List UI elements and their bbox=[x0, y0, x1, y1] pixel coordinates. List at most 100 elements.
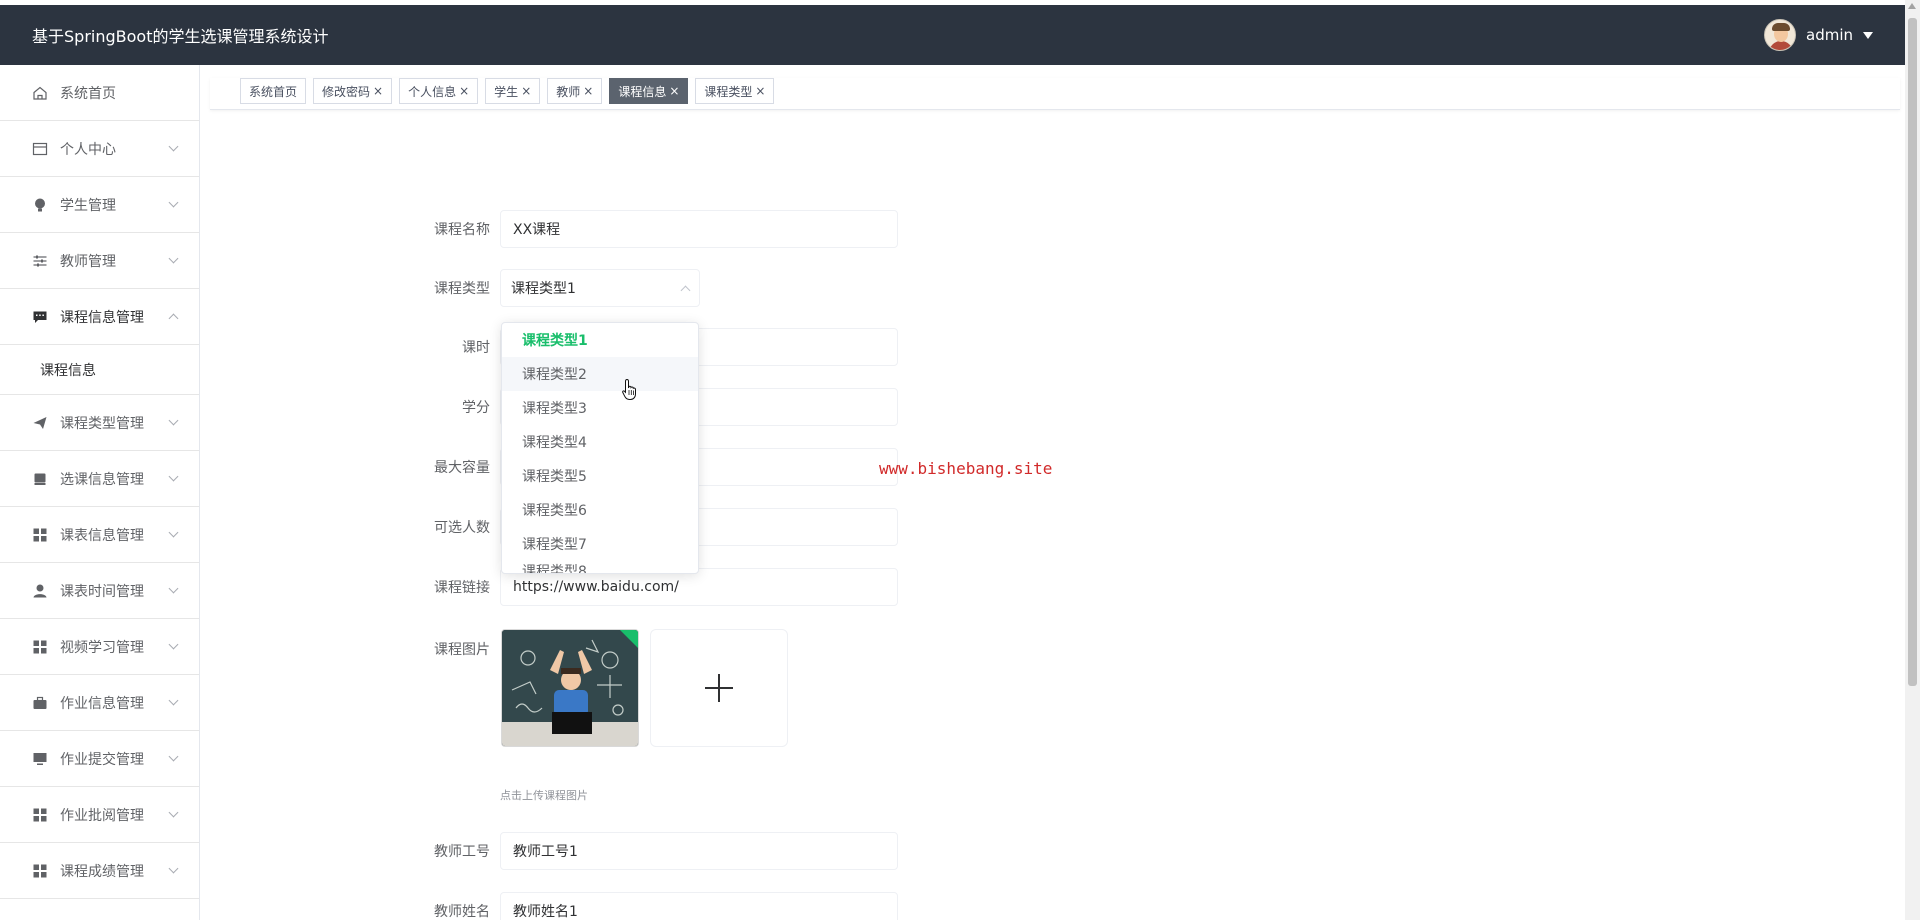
sidebar-item-label: 作业提交管理 bbox=[60, 751, 144, 768]
course-type-select[interactable]: 课程类型1 bbox=[500, 269, 700, 307]
dropdown-option[interactable]: 课程类型4 bbox=[502, 425, 698, 459]
close-icon[interactable]: × bbox=[521, 84, 531, 98]
dropdown-option[interactable]: 课程类型7 bbox=[502, 527, 698, 561]
sidebar-item-label: 视频学习管理 bbox=[60, 639, 144, 656]
teacher-id-input[interactable]: 教师工号1 bbox=[500, 832, 898, 870]
chevron-down-icon bbox=[168, 695, 179, 706]
sidebar-item-video-learning-management[interactable]: 视频学习管理 bbox=[0, 619, 199, 675]
scroll-up-arrow-icon[interactable] bbox=[1908, 3, 1916, 9]
watermark-text: www.bishebang.site bbox=[879, 459, 1053, 478]
sidebar-item-label: 系统首页 bbox=[60, 85, 116, 102]
close-icon[interactable]: × bbox=[373, 84, 383, 98]
form-row-course-image: 课程图片 bbox=[420, 627, 500, 667]
sidebar-item-course-type-management[interactable]: 课程类型管理 bbox=[0, 395, 199, 451]
tab-list: 系统首页 修改密码 × 个人信息 × 学生 × 教师 × 课程信息 × 课程类型… bbox=[240, 78, 775, 104]
tab-course-type[interactable]: 课程类型 × bbox=[695, 78, 775, 104]
chevron-down-icon bbox=[168, 527, 179, 538]
tab-label: 系统首页 bbox=[249, 84, 298, 99]
page-scrollbar-thumb[interactable] bbox=[1908, 18, 1917, 686]
field-label: 课时 bbox=[462, 340, 490, 356]
form-row-teacher-id: 教师工号 教师工号1 bbox=[420, 831, 898, 871]
sidebar-subitem-label: 课程信息 bbox=[40, 362, 96, 379]
box-icon bbox=[32, 471, 48, 487]
grid-icon bbox=[32, 807, 48, 823]
user-menu[interactable]: admin bbox=[1764, 19, 1873, 51]
bulb-icon bbox=[32, 197, 48, 213]
tab-personal-info[interactable]: 个人信息 × bbox=[399, 78, 479, 104]
send-icon bbox=[32, 415, 48, 431]
course-image-thumbnail[interactable] bbox=[501, 629, 639, 747]
sidebar-item-course-grade-management[interactable]: 课程成绩管理 bbox=[0, 843, 199, 899]
course-name-input[interactable]: XX课程 bbox=[500, 210, 898, 248]
chevron-down-icon bbox=[168, 415, 179, 426]
grid-icon bbox=[32, 527, 48, 543]
tab-student[interactable]: 学生 × bbox=[485, 78, 541, 104]
close-icon[interactable]: × bbox=[583, 84, 593, 98]
plus-icon bbox=[705, 674, 733, 702]
field-label: 课程图片 bbox=[434, 642, 490, 658]
chevron-down-icon bbox=[168, 141, 179, 152]
sidebar-item-home[interactable]: 系统首页 bbox=[0, 65, 199, 121]
sidebar-item-label: 课程信息管理 bbox=[60, 309, 144, 326]
chevron-down-icon bbox=[168, 751, 179, 762]
close-icon[interactable]: × bbox=[669, 84, 679, 98]
sidebar-item-homework-submission-management[interactable]: 作业提交管理 bbox=[0, 731, 199, 787]
tab-course-info[interactable]: 课程信息 × bbox=[609, 78, 689, 104]
sidebar-item-label: 学生管理 bbox=[60, 197, 116, 214]
username-label[interactable]: admin bbox=[1806, 26, 1853, 44]
caret-down-icon[interactable] bbox=[1863, 31, 1873, 39]
dropdown-option[interactable]: 课程类型3 bbox=[502, 391, 698, 425]
upload-image-button[interactable] bbox=[650, 629, 788, 747]
monitor-icon bbox=[32, 751, 48, 767]
sidebar: 系统首页 个人中心 学生管理 教师管理 课程信息管理 课程信息 课程类型管理 选… bbox=[0, 65, 200, 920]
sidebar-item-label: 选课信息管理 bbox=[60, 471, 144, 488]
dropdown-option[interactable]: 课程类型5 bbox=[502, 459, 698, 493]
tags-view-bar: 系统首页 修改密码 × 个人信息 × 学生 × 教师 × 课程信息 × 课程类型… bbox=[210, 78, 1900, 110]
close-icon[interactable]: × bbox=[755, 84, 765, 98]
user-icon bbox=[32, 583, 48, 599]
top-header: 基于SpringBoot的学生选课管理系统设计 admin bbox=[0, 5, 1905, 65]
chevron-down-icon bbox=[168, 197, 179, 208]
dropdown-option[interactable]: 课程类型6 bbox=[502, 493, 698, 527]
teacher-name-input[interactable]: 教师姓名1 bbox=[500, 892, 898, 920]
chevron-down-icon bbox=[168, 863, 179, 874]
app-title: 基于SpringBoot的学生选课管理系统设计 bbox=[32, 27, 329, 46]
form-row-course-type: 课程类型 课程类型1 bbox=[420, 268, 700, 308]
sidebar-item-label: 教师管理 bbox=[60, 253, 116, 270]
sidebar-item-homework-review-management[interactable]: 作业批阅管理 bbox=[0, 787, 199, 843]
select-value: 课程类型1 bbox=[511, 281, 576, 297]
chevron-down-icon bbox=[168, 471, 179, 482]
dropdown-option[interactable]: 课程类型2 bbox=[502, 357, 698, 391]
tab-home[interactable]: 系统首页 bbox=[240, 78, 307, 104]
sidebar-item-homework-info-management[interactable]: 作业信息管理 bbox=[0, 675, 199, 731]
dropdown-option[interactable]: 课程类型8 bbox=[502, 561, 698, 573]
close-icon[interactable]: × bbox=[459, 84, 469, 98]
chevron-down-icon bbox=[168, 639, 179, 650]
sidebar-item-timetable-info-management[interactable]: 课表信息管理 bbox=[0, 507, 199, 563]
sidebar-item-teacher-management[interactable]: 教师管理 bbox=[0, 233, 199, 289]
upload-hint: 点击上传课程图片 bbox=[500, 789, 588, 802]
avatar[interactable] bbox=[1764, 19, 1796, 51]
dropdown-option[interactable]: 课程类型1 bbox=[502, 323, 698, 357]
sidebar-item-label: 课程类型管理 bbox=[60, 415, 144, 432]
grid-icon bbox=[32, 863, 48, 879]
sidebar-item-timetable-time-management[interactable]: 课表时间管理 bbox=[0, 563, 199, 619]
briefcase-icon bbox=[32, 695, 48, 711]
sliders-icon bbox=[32, 253, 48, 269]
field-label: 课程类型 bbox=[434, 281, 490, 297]
sidebar-item-personal-center[interactable]: 个人中心 bbox=[0, 121, 199, 177]
sidebar-item-course-info-management[interactable]: 课程信息管理 bbox=[0, 289, 199, 345]
field-label: 可选人数 bbox=[434, 520, 490, 536]
field-label: 教师工号 bbox=[434, 844, 490, 860]
sidebar-item-label: 课表时间管理 bbox=[60, 583, 144, 600]
sidebar-item-student-management[interactable]: 学生管理 bbox=[0, 177, 199, 233]
tab-change-password[interactable]: 修改密码 × bbox=[313, 78, 393, 104]
tab-label: 修改密码 bbox=[322, 84, 371, 99]
sidebar-subitem-course-info[interactable]: 课程信息 bbox=[0, 345, 199, 395]
form-row-course-name: 课程名称 XX课程 bbox=[420, 209, 898, 249]
chevron-down-icon bbox=[168, 807, 179, 818]
tab-teacher[interactable]: 教师 × bbox=[547, 78, 603, 104]
sidebar-item-label: 作业信息管理 bbox=[60, 695, 144, 712]
tab-label: 个人信息 bbox=[408, 84, 457, 99]
sidebar-item-course-selection-management[interactable]: 选课信息管理 bbox=[0, 451, 199, 507]
